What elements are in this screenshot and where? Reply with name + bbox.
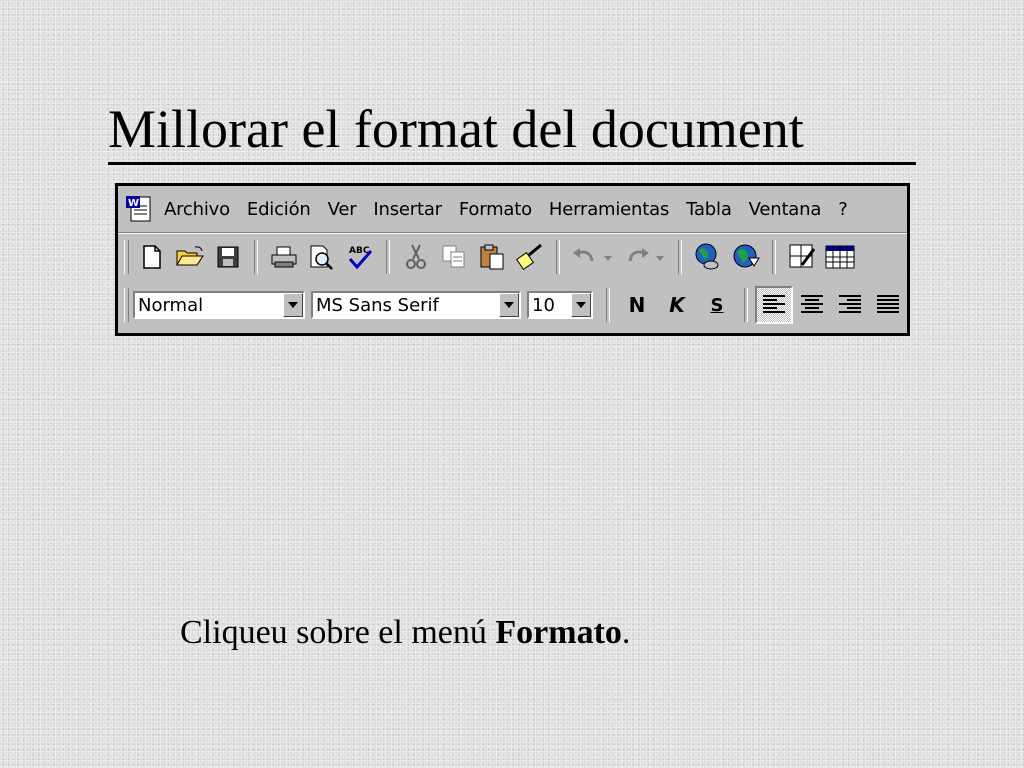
toolbar-separator <box>254 240 258 274</box>
chevron-down-icon[interactable] <box>571 293 591 317</box>
new-document-icon[interactable] <box>133 238 171 276</box>
font-combobox[interactable]: MS Sans Serif <box>311 291 521 319</box>
menu-ventana[interactable]: Ventana <box>749 199 822 220</box>
chevron-down-icon[interactable] <box>283 293 303 317</box>
word-window: W Archivo Edición Ver Insertar Formato H… <box>118 186 907 333</box>
tables-borders-icon[interactable] <box>783 238 821 276</box>
caption-text: Cliqueu sobre el menú <box>180 614 496 651</box>
print-preview-icon[interactable] <box>303 238 341 276</box>
instruction-caption: Cliqueu sobre el menú Formato. <box>180 614 630 652</box>
slide-title: Millorar el format del document <box>108 99 804 159</box>
paste-icon[interactable] <box>473 238 511 276</box>
format-painter-icon[interactable] <box>511 238 549 276</box>
menu-bar: W Archivo Edición Ver Insertar Formato H… <box>118 186 907 234</box>
align-right-icon[interactable] <box>831 286 869 324</box>
insert-table-icon[interactable] <box>821 238 859 276</box>
style-combobox[interactable]: Normal <box>133 291 305 319</box>
underline-button[interactable]: S <box>697 286 737 324</box>
toolbar-grip[interactable] <box>124 240 129 274</box>
menu-archivo[interactable]: Archivo <box>164 199 230 220</box>
italic-button[interactable]: K <box>657 286 697 324</box>
chevron-down-icon[interactable] <box>499 293 519 317</box>
toolbar-separator <box>556 240 560 274</box>
standard-toolbar: ABC <box>118 235 907 279</box>
svg-text:W: W <box>128 198 139 209</box>
align-left-icon[interactable] <box>755 286 793 324</box>
save-icon[interactable] <box>209 238 247 276</box>
justify-icon[interactable] <box>869 286 907 324</box>
word-screenshot: W Archivo Edición Ver Insertar Formato H… <box>115 183 910 336</box>
toolbar-grip[interactable] <box>124 288 129 322</box>
menu-formato[interactable]: Formato <box>459 199 532 220</box>
title-underline <box>108 162 916 165</box>
print-icon[interactable] <box>265 238 303 276</box>
align-center-icon[interactable] <box>793 286 831 324</box>
toolbar-separator <box>772 240 776 274</box>
redo-icon[interactable] <box>619 238 671 276</box>
insert-hyperlink-icon[interactable] <box>689 238 727 276</box>
open-folder-icon[interactable] <box>171 238 209 276</box>
cut-icon[interactable] <box>397 238 435 276</box>
bold-button[interactable]: N <box>617 286 657 324</box>
font-value: MS Sans Serif <box>316 294 439 316</box>
spelling-icon[interactable]: ABC <box>341 238 379 276</box>
menu-insertar[interactable]: Insertar <box>373 199 442 220</box>
menu-herramientas[interactable]: Herramientas <box>549 199 669 220</box>
font-size-combobox[interactable]: 10 <box>527 291 593 319</box>
style-value: Normal <box>138 294 204 316</box>
word-document-icon[interactable]: W <box>124 194 154 224</box>
toolbar-separator <box>744 288 748 322</box>
caption-bold-menu-name: Formato <box>495 614 622 651</box>
copy-icon[interactable] <box>435 238 473 276</box>
caption-period: . <box>621 614 631 651</box>
menu-ver[interactable]: Ver <box>328 199 357 220</box>
formatting-toolbar: Normal MS Sans Serif 10 N K S <box>118 282 907 328</box>
undo-icon[interactable] <box>567 238 619 276</box>
toolbar-separator <box>678 240 682 274</box>
menu-edicion[interactable]: Edición <box>247 199 311 220</box>
web-toolbar-icon[interactable] <box>727 238 765 276</box>
font-size-value: 10 <box>532 294 555 316</box>
toolbar-separator <box>386 240 390 274</box>
menu-tabla[interactable]: Tabla <box>686 199 732 220</box>
menu-help[interactable]: ? <box>838 199 848 220</box>
toolbar-separator <box>606 288 610 322</box>
